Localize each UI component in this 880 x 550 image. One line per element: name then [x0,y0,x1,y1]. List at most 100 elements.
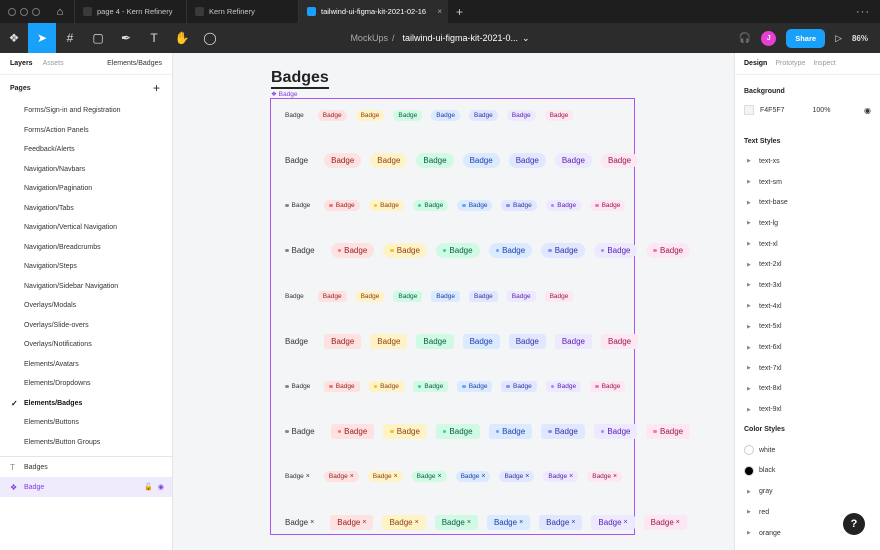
badge-green[interactable]: Badge [412,200,449,211]
badge-yellow[interactable]: Badge [383,243,427,258]
badge-pink[interactable]: Badge × [643,515,687,530]
badge-purple[interactable]: Badge [554,153,592,168]
page-selector[interactable]: Elements/Badges [107,60,162,67]
zoom-dropdown[interactable]: 86% [852,34,868,43]
badge-green[interactable]: Badge × [411,471,447,482]
badge-gray[interactable]: Badge [285,200,315,211]
eye-icon[interactable]: ◉ [864,106,871,115]
remove-icon[interactable]: × [415,519,419,526]
badge-yellow[interactable]: Badge [355,110,385,121]
page-item[interactable]: Navigation/Steps [0,257,172,277]
badge-pink[interactable]: Badge [590,200,626,211]
page-item[interactable]: Feedback/Alerts [0,140,172,160]
frame-label[interactable]: ❖ Badge [271,90,297,98]
pen-tool-icon[interactable]: ✒ [112,23,140,53]
text-style-item[interactable]: ▶ text-lg [744,213,871,234]
page-item[interactable]: ✓ Elements/Badges [0,394,172,414]
badge-red[interactable]: Badge [324,200,360,211]
remove-icon[interactable]: × [350,473,354,480]
remove-icon[interactable]: × [569,473,573,480]
badge-indigo[interactable]: Badge [501,381,537,392]
badge-blue[interactable]: Badge [457,381,493,392]
tab-kern-refinery[interactable]: Kern Refinery [186,0,298,23]
text-style-item[interactable]: ▶ text-4xl [744,296,871,317]
remove-icon[interactable]: × [571,519,575,526]
text-style-item[interactable]: ▶ text-sm [744,172,871,193]
headphones-icon[interactable]: 🎧 [739,33,751,44]
tab-page-4[interactable]: page 4 - Kern Refinery [74,0,186,23]
badge-green[interactable]: Badge [435,243,480,258]
text-style-item[interactable]: ▶ text-8xl [744,379,871,400]
badge-blue[interactable]: Badge [431,291,460,302]
badge-red[interactable]: Badge [330,243,375,258]
text-style-item[interactable]: ▶ text-7xl [744,358,871,379]
badge-red[interactable]: Badge [324,381,360,392]
badge-gray[interactable]: Badge [285,424,322,439]
background-swatch[interactable] [744,105,754,115]
badge-purple[interactable]: Badge [593,424,638,439]
badge-gray[interactable]: Badge [285,381,315,392]
color-style-item[interactable]: black [744,461,871,482]
background-opacity[interactable]: 100% [813,107,831,114]
close-tab-icon[interactable]: × [437,7,442,16]
tab-assets[interactable]: Assets [43,60,64,67]
badge-purple[interactable]: Badge × [543,471,579,482]
badge-yellow[interactable]: Badge × [382,515,426,530]
share-button[interactable]: Share [786,28,826,48]
badge-red[interactable]: Badge [324,334,362,349]
background-row[interactable]: F4F5F7 100% ◉ [744,101,871,119]
badge-blue[interactable]: Badge [457,200,493,211]
page-item[interactable]: Navigation/Tabs [0,199,172,219]
badge-indigo[interactable]: Badge [541,424,585,439]
badge-blue[interactable]: Badge [488,424,533,439]
badge-red[interactable]: Badge × [330,515,374,530]
badge-gray[interactable]: Badge [285,291,309,302]
badge-indigo[interactable]: Badge [501,200,537,211]
remove-icon[interactable]: × [481,473,485,480]
page-item[interactable]: Overlays/Slide-overs [0,316,172,336]
badge-component-frame[interactable]: Badge Badge Badge Badge Badge Badge Badge Badge… [270,98,691,535]
help-button[interactable]: ? [843,513,865,535]
badge-red[interactable]: Badge [324,153,362,168]
remove-icon[interactable]: × [394,473,398,480]
badge-blue[interactable]: Badge × [486,515,531,530]
text-style-item[interactable]: ▶ text-9xl [744,399,871,420]
page-item[interactable]: Elements/Avatars [0,355,172,375]
new-tab-button[interactable]: + [448,5,471,19]
badge-pink[interactable]: Badge [646,424,691,439]
badge-gray[interactable]: Badge × [285,515,321,530]
tab-tailwind-kit[interactable]: tailwind-ui-figma-kit-2021-02-16 × [298,0,448,23]
badge-pink[interactable]: Badge [544,291,574,302]
more-icon[interactable]: ··· [856,6,870,18]
text-style-item[interactable]: ▶ text-5xl [744,317,871,338]
badge-yellow[interactable]: Badge × [367,471,403,482]
color-style-item[interactable]: ▶ gray [744,481,871,502]
badge-pink[interactable]: Badge [544,110,574,121]
badge-blue[interactable]: Badge [462,334,500,349]
hand-tool-icon[interactable]: ✋ [168,23,196,53]
badge-pink[interactable]: Badge [600,153,639,168]
badge-green[interactable]: Badge [435,424,480,439]
badge-blue[interactable]: Badge [488,243,533,258]
text-style-item[interactable]: ▶ text-base [744,192,871,213]
tab-inspect[interactable]: Inspect [813,60,836,67]
text-style-item[interactable]: ▶ text-xl [744,234,871,255]
page-item[interactable]: Forms/Action Panels [0,121,172,141]
badge-purple[interactable]: Badge [506,291,536,302]
badge-purple[interactable]: Badge [545,381,582,392]
badge-pink[interactable]: Badge [646,243,691,258]
badge-green[interactable]: Badge [412,381,449,392]
badge-green[interactable]: Badge [416,153,454,168]
canvas[interactable]: Badges ❖ Badge Badge Badge Badge Badge Badge… [173,53,734,550]
rectangle-tool-icon[interactable]: ▢ [84,23,112,53]
badge-purple[interactable]: Badge × [591,515,635,530]
badge-green[interactable]: Badge [416,334,454,349]
page-item[interactable]: Navigation/Sidebar Navigation [0,277,172,297]
badge-yellow[interactable]: Badge [383,424,427,439]
remove-icon[interactable]: × [525,473,529,480]
badge-purple[interactable]: Badge [545,200,582,211]
text-style-item[interactable]: ▶ text-3xl [744,275,871,296]
tab-layers[interactable]: Layers [10,60,33,67]
move-tool-icon[interactable]: ➤ [28,23,56,53]
page-item[interactable]: Forms/Sign-in and Registration [0,101,172,121]
